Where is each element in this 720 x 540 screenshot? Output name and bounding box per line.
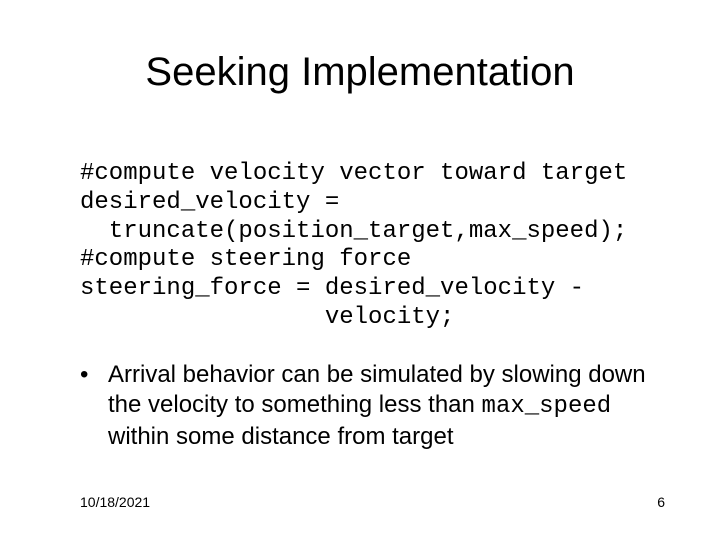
slide: Seeking Implementation #compute velocity… xyxy=(0,0,720,540)
footer-date: 10/18/2021 xyxy=(80,494,150,510)
code-line-2: desired_velocity = xyxy=(80,189,339,216)
bullet-text: Arrival behavior can be simulated by slo… xyxy=(108,360,670,452)
bullet-text-post: within some distance from target xyxy=(108,423,453,450)
bullet-inline-code: max_speed xyxy=(482,393,612,420)
bullet-block: • Arrival behavior can be simulated by s… xyxy=(80,360,670,452)
bullet-marker: • xyxy=(80,360,108,452)
slide-title: Seeking Implementation xyxy=(0,50,720,95)
code-line-4: #compute steering force xyxy=(80,246,411,273)
footer-page-number: 6 xyxy=(657,494,665,510)
code-line-1: #compute velocity vector toward target xyxy=(80,160,627,187)
code-block: #compute velocity vector toward target d… xyxy=(80,160,660,333)
code-line-5: steering_force = desired_velocity - xyxy=(80,275,584,302)
bullet-item: • Arrival behavior can be simulated by s… xyxy=(80,360,670,452)
code-line-3: truncate(position_target,max_speed); xyxy=(80,218,627,245)
code-line-6: velocity; xyxy=(80,304,454,331)
